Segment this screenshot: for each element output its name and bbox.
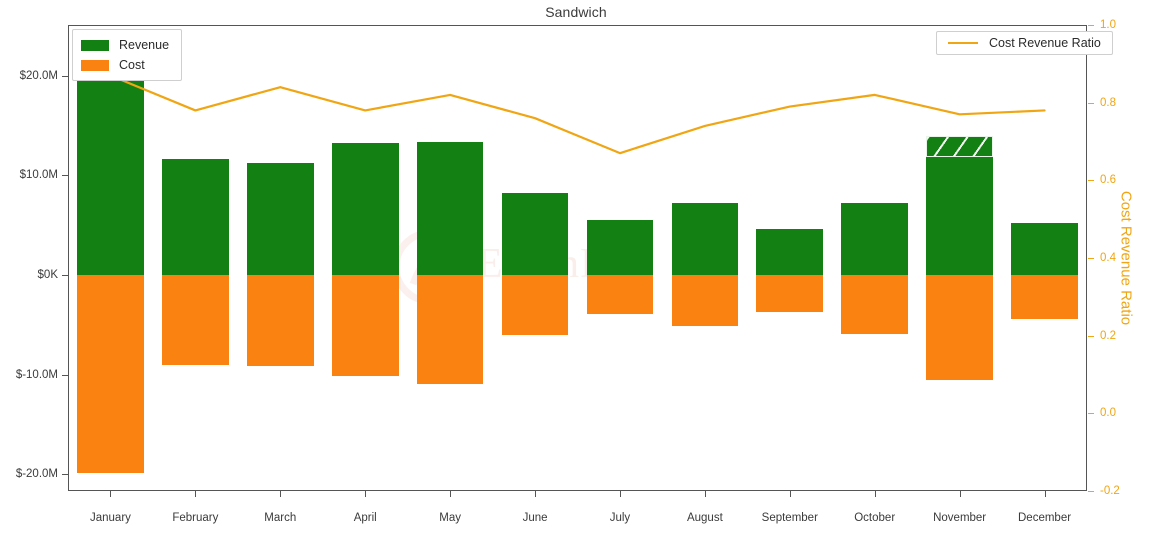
x-tick-label-november: November — [933, 512, 987, 524]
x-tick-label-may: May — [439, 512, 461, 524]
bar-revenue-march[interactable] — [246, 163, 314, 275]
bar-revenue-november[interactable] — [926, 156, 993, 275]
y-left-tick-label: $0K — [37, 268, 58, 281]
y-left-tick-label: $20.0M — [19, 69, 58, 82]
y-right-tick-mark — [1088, 491, 1094, 492]
legend-label-ratio: Cost Revenue Ratio — [989, 36, 1101, 50]
bar-cost-april[interactable] — [331, 274, 399, 377]
y-left-tick-label: $-20.0M — [15, 468, 58, 481]
legend-label-revenue: Revenue — [119, 38, 170, 52]
bar-revenue-april[interactable] — [331, 143, 399, 275]
bar-cost-may[interactable] — [416, 274, 484, 385]
y-right-tick-label: 0.0 — [1100, 407, 1116, 420]
bar-revenue-october[interactable] — [841, 203, 909, 275]
chart-container: Sandwich EigenPhi $20.0M$10.0M$0K$-10.0M… — [0, 0, 1152, 538]
legend-swatch-cost-icon — [81, 59, 109, 71]
x-tick-label-february: February — [172, 512, 219, 524]
bar-revenue-august[interactable] — [671, 203, 739, 275]
legend-cost-revenue-ratio[interactable]: Cost Revenue Ratio — [936, 31, 1113, 55]
y-right-tick-mark — [1088, 258, 1094, 259]
x-tick-mark — [1044, 491, 1046, 497]
x-tick-mark — [195, 491, 197, 497]
x-tick-label-april: April — [353, 512, 377, 524]
bar-cost-january[interactable] — [77, 274, 144, 474]
bar-revenue-september[interactable] — [756, 229, 824, 275]
x-tick-mark — [619, 491, 621, 497]
x-tick-mark — [110, 491, 112, 497]
bar-revenue-june[interactable] — [501, 193, 569, 275]
y-left-tick-mark — [62, 274, 68, 276]
legend-label-cost: Cost — [119, 58, 145, 72]
bar-cost-june[interactable] — [501, 274, 569, 335]
bar-cost-august[interactable] — [671, 274, 739, 326]
bar-revenue-may[interactable] — [416, 141, 484, 275]
bar-revenue-february[interactable] — [162, 159, 229, 275]
legend-item-revenue[interactable]: Revenue — [81, 35, 169, 55]
bar-revenue-july[interactable] — [586, 220, 654, 275]
y-right-tick-label: -0.2 — [1100, 485, 1120, 497]
x-tick-label-december: December — [1018, 512, 1072, 524]
y-right-axis-title: Cost Revenue Ratio — [1117, 190, 1135, 326]
x-tick-label-january: January — [89, 512, 131, 524]
bar-cost-march[interactable] — [246, 274, 314, 366]
y-left-tick-label: $10.0M — [19, 169, 58, 182]
x-tick-mark — [535, 491, 537, 497]
y-right-tick-mark — [1088, 335, 1094, 337]
legend-swatch-revenue-icon — [81, 39, 109, 51]
y-left-tick-mark — [62, 75, 68, 77]
x-tick-label-august: August — [686, 512, 723, 524]
bar-cost-december[interactable] — [1011, 274, 1078, 319]
y-right-tick-label: 1.0 — [1100, 19, 1116, 31]
y-right-tick-mark — [1088, 102, 1094, 104]
x-tick-label-october: October — [854, 512, 896, 524]
legend-item-cost[interactable]: Cost — [81, 55, 169, 75]
y-right-tick-mark — [1088, 180, 1094, 182]
y-left-tick-label: $-10.0M — [15, 368, 58, 381]
bar-cost-february[interactable] — [162, 274, 229, 365]
y-right-tick-label: 0.2 — [1100, 329, 1116, 342]
x-tick-mark — [789, 491, 791, 497]
y-right-tick-label: 0.8 — [1100, 96, 1116, 109]
x-tick-mark — [874, 491, 876, 497]
x-tick-label-september: September — [761, 512, 818, 524]
bar-cost-october[interactable] — [841, 274, 909, 334]
x-tick-mark — [280, 491, 282, 497]
bar-cost-july[interactable] — [586, 274, 654, 314]
bar-revenue-hatched-segment-november[interactable] — [926, 135, 993, 157]
x-tick-label-march: March — [264, 512, 297, 524]
x-tick-label-july: July — [609, 512, 631, 524]
bar-revenue-december[interactable] — [1011, 223, 1078, 275]
y-right-tick-label: 0.6 — [1100, 174, 1116, 187]
x-tick-mark — [365, 491, 367, 497]
bar-cost-november[interactable] — [926, 274, 993, 381]
y-left-tick-mark — [62, 374, 68, 376]
x-tick-mark — [450, 491, 452, 497]
legend-swatch-ratio-icon — [948, 42, 978, 44]
y-right-tick-mark — [1088, 25, 1094, 26]
bar-cost-september[interactable] — [756, 274, 824, 312]
x-tick-mark — [704, 491, 706, 497]
y-right-tick-label: 0.4 — [1100, 252, 1116, 264]
x-tick-label-june: June — [522, 512, 548, 524]
page-title: Sandwich — [545, 4, 607, 20]
x-tick-mark — [959, 491, 961, 497]
y-left-tick-mark — [62, 175, 68, 177]
y-right-tick-mark — [1088, 413, 1094, 415]
y-left-tick-mark — [62, 474, 68, 476]
legend-revenue-cost: Revenue Cost — [72, 29, 183, 81]
